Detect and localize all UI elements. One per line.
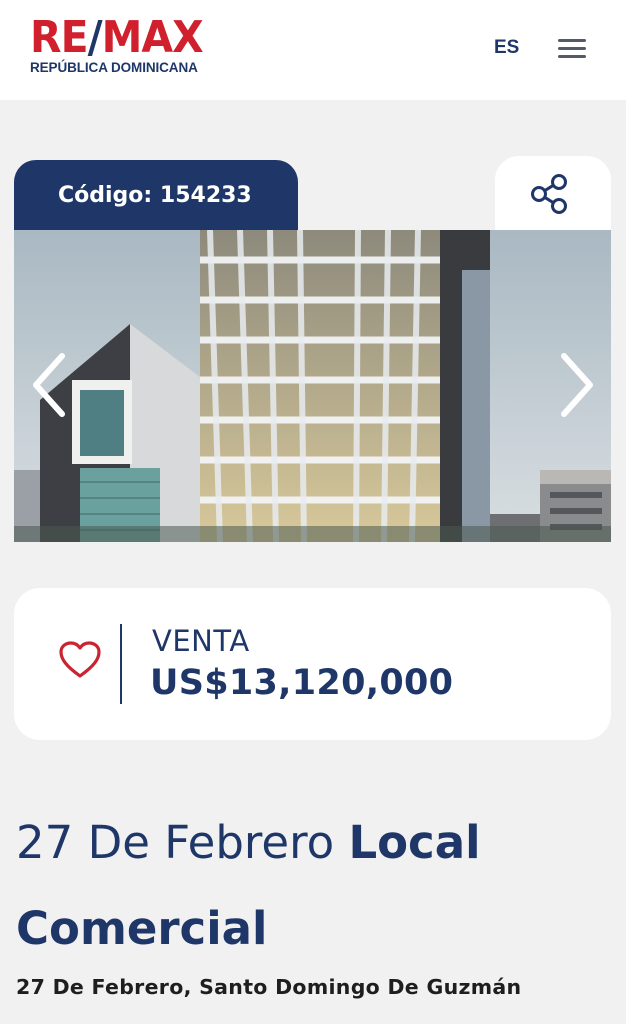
title-type-2: Comercial <box>16 902 268 955</box>
favorite-button[interactable] <box>58 640 102 684</box>
title-location: 27 De Febrero <box>16 816 335 869</box>
operation-type: VENTA <box>152 624 250 658</box>
share-icon <box>531 174 567 214</box>
gallery-prev-button[interactable] <box>28 350 76 420</box>
logo-subtitle: REPÚBLICA DOMINICANA <box>30 60 198 75</box>
chevron-left-icon <box>33 353 65 417</box>
vertical-divider <box>120 624 122 704</box>
chevron-right-icon <box>561 353 593 417</box>
photo-gallery[interactable] <box>14 230 611 542</box>
listing-title: 27 De Febrero Local Comercial <box>16 800 606 972</box>
listing-address: 27 De Febrero, Santo Domingo De Guzmán <box>16 975 522 999</box>
property-photo <box>14 230 611 542</box>
title-type-1: Local <box>348 816 481 869</box>
price-card: VENTA US$13,120,000 <box>14 588 611 740</box>
logo-wordmark: RE/MAX <box>30 12 204 63</box>
hamburger-menu-icon[interactable] <box>558 38 588 60</box>
gallery-next-button[interactable] <box>550 350 598 420</box>
top-header: RE/MAX REPÚBLICA DOMINICANA ES <box>0 0 626 100</box>
code-value: 154233 <box>159 183 252 208</box>
heart-outline-icon <box>59 641 101 678</box>
code-label: Código: <box>58 183 153 208</box>
remax-logo[interactable]: RE/MAX REPÚBLICA DOMINICANA <box>30 14 250 80</box>
listing-code-tab: Código: 154233 <box>14 160 298 230</box>
share-button[interactable] <box>495 156 611 230</box>
language-selector[interactable]: ES <box>494 36 519 60</box>
listing-price: US$13,120,000 <box>150 663 454 703</box>
